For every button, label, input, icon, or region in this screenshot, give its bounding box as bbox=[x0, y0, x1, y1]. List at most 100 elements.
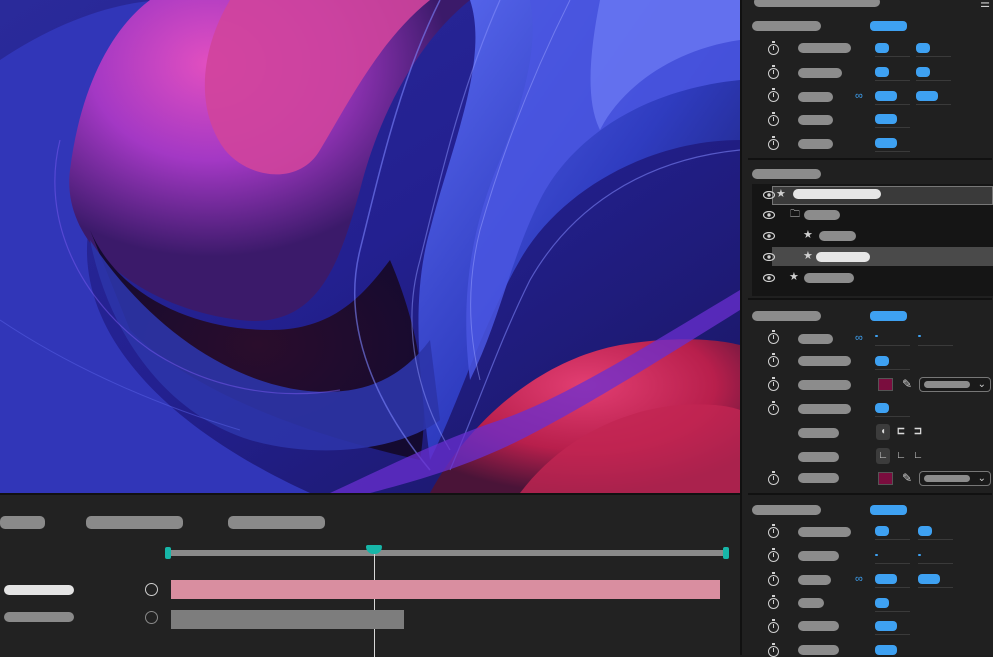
property-value[interactable] bbox=[875, 138, 897, 148]
stopwatch-icon[interactable] bbox=[768, 41, 779, 55]
property-value[interactable] bbox=[875, 645, 897, 655]
work-area-start-handle[interactable] bbox=[165, 547, 171, 559]
property-label bbox=[798, 139, 833, 149]
cap-butt-option[interactable]: ⊏ bbox=[894, 424, 908, 440]
property-value[interactable] bbox=[875, 621, 897, 631]
stopwatch-icon[interactable] bbox=[768, 548, 779, 562]
property-value-x[interactable] bbox=[875, 91, 897, 101]
property-value-x[interactable] bbox=[875, 67, 889, 77]
timeline-tab-2[interactable] bbox=[86, 516, 183, 529]
stopwatch-icon[interactable] bbox=[768, 330, 779, 344]
property-value-x[interactable] bbox=[875, 526, 889, 536]
property-value-x[interactable] bbox=[875, 335, 878, 337]
stopwatch-icon[interactable] bbox=[768, 401, 779, 415]
property-value-y[interactable] bbox=[918, 554, 921, 556]
work-area-end-handle[interactable] bbox=[723, 547, 729, 559]
star-icon: ★ bbox=[789, 271, 799, 283]
layer-name-2[interactable] bbox=[4, 612, 74, 622]
blend-dropdown[interactable]: ⌄ bbox=[919, 377, 991, 392]
section-1-value[interactable] bbox=[870, 21, 907, 31]
eyedropper-icon[interactable]: ✎ bbox=[902, 472, 912, 484]
property-value-y[interactable] bbox=[918, 335, 921, 337]
eyedropper-icon[interactable]: ✎ bbox=[902, 378, 912, 390]
property-label bbox=[798, 68, 842, 78]
eye-icon[interactable] bbox=[763, 232, 775, 240]
stopwatch-icon[interactable] bbox=[768, 353, 779, 367]
property-value-x[interactable] bbox=[875, 554, 878, 556]
menu-icon[interactable]: ☰ bbox=[980, 0, 990, 10]
property-label bbox=[798, 621, 839, 631]
section-3-value[interactable] bbox=[870, 311, 907, 321]
color-swatch[interactable] bbox=[878, 378, 893, 391]
eye-icon[interactable] bbox=[763, 274, 775, 282]
property-value-y[interactable] bbox=[918, 526, 932, 536]
section-3-header[interactable] bbox=[752, 311, 821, 321]
property-value[interactable] bbox=[875, 356, 889, 366]
property-value-x[interactable] bbox=[875, 43, 889, 53]
cap-round-option[interactable]: ◖ bbox=[876, 424, 890, 440]
property-value[interactable] bbox=[875, 403, 889, 413]
star-icon: ★ bbox=[803, 229, 813, 241]
property-value-y[interactable] bbox=[918, 574, 940, 584]
property-value-y[interactable] bbox=[916, 67, 930, 77]
stopwatch-icon[interactable] bbox=[768, 136, 779, 150]
stopwatch-icon[interactable] bbox=[768, 65, 779, 79]
layer-name[interactable] bbox=[819, 231, 856, 241]
section-2-header[interactable] bbox=[752, 169, 821, 179]
layer-visibility-toggle-1[interactable] bbox=[145, 583, 158, 596]
join-round-option[interactable]: ∟ bbox=[894, 448, 908, 464]
layer-name[interactable] bbox=[816, 252, 870, 262]
layer-name[interactable] bbox=[804, 210, 840, 220]
join-miter-option[interactable]: ∟ bbox=[876, 448, 890, 464]
property-value[interactable] bbox=[875, 598, 889, 608]
section-4-value[interactable] bbox=[870, 505, 907, 515]
stopwatch-icon[interactable] bbox=[768, 643, 779, 657]
property-label bbox=[798, 92, 833, 102]
stopwatch-icon[interactable] bbox=[768, 595, 779, 609]
eye-icon[interactable] bbox=[763, 191, 775, 199]
timeline-tab-1[interactable] bbox=[0, 516, 45, 529]
layer-name[interactable] bbox=[793, 189, 881, 199]
property-label bbox=[798, 645, 839, 655]
layer-visibility-toggle-2[interactable] bbox=[145, 611, 158, 624]
layer-name[interactable] bbox=[804, 273, 854, 283]
stopwatch-icon[interactable] bbox=[768, 619, 779, 633]
stopwatch-icon[interactable] bbox=[768, 377, 779, 391]
timeline-panel bbox=[0, 493, 740, 657]
property-label bbox=[798, 452, 839, 462]
layer-clip-1[interactable] bbox=[171, 580, 720, 599]
stopwatch-icon[interactable] bbox=[768, 572, 779, 586]
stopwatch-icon[interactable] bbox=[768, 471, 779, 485]
chevron-down-icon: ⌄ bbox=[977, 473, 986, 484]
cap-square-option[interactable]: ⊐ bbox=[911, 424, 925, 440]
property-value-y[interactable] bbox=[916, 91, 938, 101]
eye-icon[interactable] bbox=[763, 253, 775, 261]
link-icon[interactable]: ∞ bbox=[855, 574, 863, 585]
stroke-dropdown[interactable]: ⌄ bbox=[919, 471, 991, 486]
link-icon[interactable]: ∞ bbox=[855, 91, 863, 102]
canvas-viewport[interactable] bbox=[0, 0, 740, 493]
section-1-header[interactable] bbox=[752, 21, 821, 31]
property-label bbox=[798, 598, 824, 608]
timeline-tab-3[interactable] bbox=[228, 516, 325, 529]
layer-name-1[interactable] bbox=[4, 585, 74, 595]
property-value-x[interactable] bbox=[875, 574, 897, 584]
link-icon[interactable]: ∞ bbox=[855, 333, 863, 344]
property-label bbox=[798, 575, 831, 585]
property-value[interactable] bbox=[875, 114, 897, 124]
join-bevel-option[interactable]: ∟ bbox=[911, 448, 925, 464]
star-icon: ★ bbox=[803, 250, 813, 262]
section-4-header[interactable] bbox=[752, 505, 821, 515]
stopwatch-icon[interactable] bbox=[768, 88, 779, 102]
property-label bbox=[798, 473, 839, 483]
property-label bbox=[798, 380, 851, 390]
property-label bbox=[798, 115, 833, 125]
eye-icon[interactable] bbox=[763, 211, 775, 219]
color-swatch[interactable] bbox=[878, 472, 893, 485]
stopwatch-icon[interactable] bbox=[768, 112, 779, 126]
layer-clip-2[interactable] bbox=[171, 610, 405, 629]
property-value-y[interactable] bbox=[916, 43, 930, 53]
property-label bbox=[798, 527, 851, 537]
stopwatch-icon[interactable] bbox=[768, 524, 779, 538]
time-ruler[interactable] bbox=[168, 550, 726, 556]
